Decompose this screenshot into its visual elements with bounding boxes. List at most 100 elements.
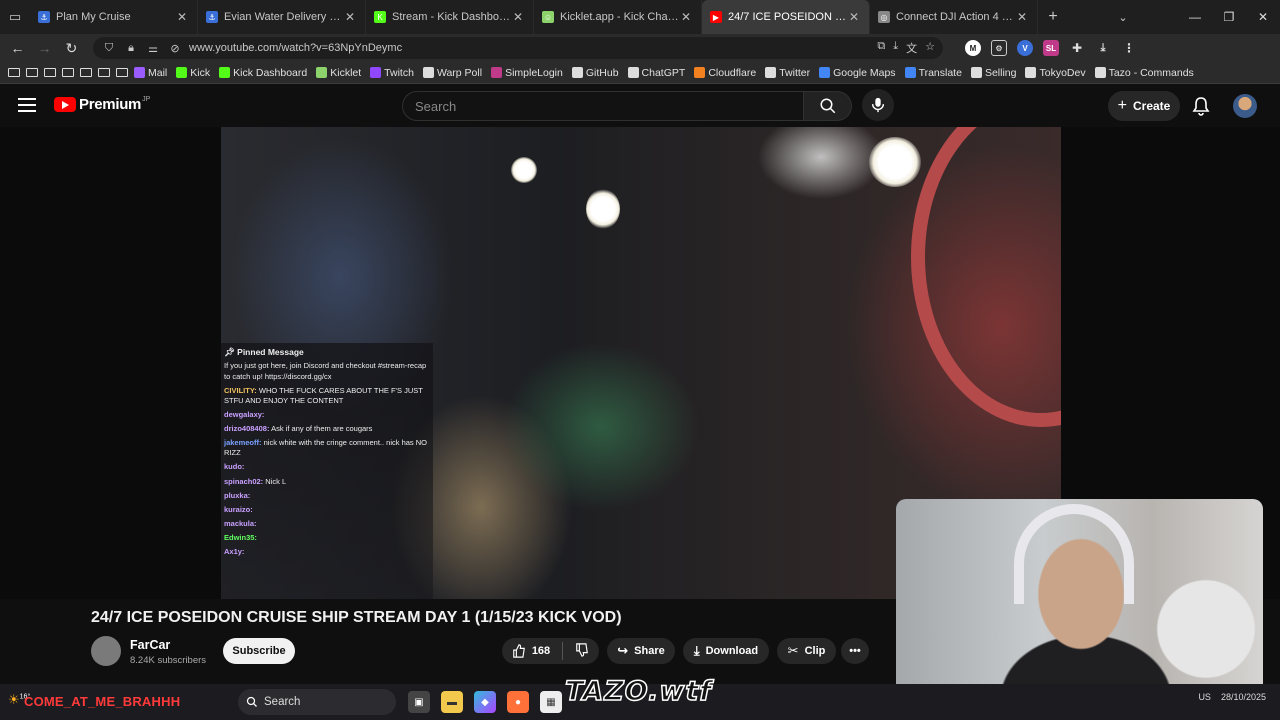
bookmark-label: Translate (918, 66, 962, 79)
close-tab-icon[interactable]: ✕ (343, 10, 357, 24)
youtube-logo[interactable]: Premium JP (54, 96, 150, 113)
tracking-off-icon[interactable]: ⊘ (167, 42, 183, 55)
url-text[interactable]: www.youtube.com/watch?v=63NpYnDeymc (189, 42, 877, 54)
chat-message: spinach02: Nick L (224, 477, 430, 487)
browser-tab[interactable]: K Stream - Kick Dashboard ✕ (366, 0, 534, 34)
firefox-icon[interactable]: ● (507, 691, 529, 713)
bookmark-item[interactable]: Warp Poll (422, 67, 482, 79)
chat-text: Ask if any of them are cougars (271, 424, 373, 434)
close-window-button[interactable]: ✕ (1246, 10, 1280, 24)
reload-button[interactable]: ↻ (58, 40, 85, 57)
like-count: 168 (531, 645, 551, 657)
bookmark-item[interactable]: Mail (134, 67, 167, 79)
create-button[interactable]: + Create (1108, 91, 1180, 121)
copilot-icon[interactable]: ◆ (474, 691, 496, 713)
channel-name[interactable]: FarCar (130, 638, 170, 652)
folder-icon[interactable] (8, 68, 20, 77)
bookmark-item[interactable]: SimpleLogin (491, 67, 563, 79)
folder-icon[interactable] (80, 68, 92, 77)
search-input[interactable]: Search (402, 91, 804, 121)
bookmark-favicon-icon (694, 67, 706, 78)
forward-button[interactable]: → (31, 40, 58, 56)
close-tab-icon[interactable]: ✕ (679, 10, 693, 24)
bookmark-item[interactable]: Translate (904, 66, 962, 79)
guide-menu-icon[interactable] (18, 98, 36, 112)
folder-icon[interactable] (98, 68, 110, 77)
bookmark-favicon-icon (491, 67, 503, 78)
close-tab-icon[interactable]: ✕ (847, 10, 861, 24)
voice-search-button[interactable] (862, 89, 894, 121)
folder-icon[interactable] (62, 68, 74, 77)
site-settings-icon[interactable]: ⚌ (145, 42, 161, 55)
browser-tab[interactable]: ▶ 24/7 ICE POSEIDON CRUISE✕ (702, 0, 870, 34)
install-icon[interactable]: ⤓ (893, 40, 898, 56)
dislike-button[interactable] (575, 642, 589, 660)
bookmark-favicon-icon (970, 67, 982, 78)
close-tab-icon[interactable]: ✕ (175, 10, 189, 24)
chat-message: kuraizo: (224, 505, 430, 515)
download-button[interactable]: ⤓ Download (683, 638, 769, 664)
channel-avatar[interactable] (91, 636, 121, 666)
taskbar-search[interactable]: Search (238, 689, 396, 715)
folder-icon[interactable] (44, 68, 56, 77)
clock-date[interactable]: 28/10/2025 (1221, 692, 1266, 703)
bookmark-item[interactable]: Kicklet (316, 67, 361, 79)
picture-in-picture-icon[interactable]: ⧉ (877, 40, 885, 56)
bookmark-item[interactable]: Google Maps (819, 67, 896, 79)
menu-icon[interactable]: ⋮ (1121, 40, 1137, 56)
bookmark-item[interactable]: TokyoDev (1025, 67, 1086, 79)
bookmark-item[interactable]: Cloudflare (694, 67, 756, 79)
thumbs-up-icon (512, 644, 525, 658)
tab-title: 24/7 ICE POSEIDON CRUISE (728, 11, 847, 23)
browser-tab[interactable]: ⚓ Plan My Cruise ✕ (30, 0, 198, 34)
tab-title: Evian Water Delivery (12 or 24 B (224, 11, 343, 23)
tab-actions-menu[interactable]: ▭ (0, 0, 30, 34)
simplelogin-extension-icon[interactable]: SL (1043, 40, 1059, 56)
browser-tab[interactable]: ◎ Connect DJI Action 4 IRL Pro✕ (870, 0, 1038, 34)
notifications-button[interactable] (1192, 96, 1210, 121)
m-extension-icon[interactable]: M (965, 40, 981, 56)
share-button[interactable]: ↪ Share (607, 638, 675, 664)
store-icon[interactable]: ▦ (540, 691, 562, 713)
restore-button[interactable]: ❐ (1212, 10, 1246, 24)
close-tab-icon[interactable]: ✕ (1015, 10, 1029, 24)
minimize-button[interactable]: — (1178, 10, 1212, 24)
bookmark-item[interactable]: Tazo - Commands (1094, 67, 1194, 79)
input-language[interactable]: US (1198, 692, 1211, 702)
bookmark-star-icon[interactable]: ☆ (925, 40, 935, 56)
clip-button[interactable]: ✂ Clip (777, 638, 836, 664)
url-box[interactable]: ⛉ 🔒︎ ⚌ ⊘ www.youtube.com/watch?v=63NpYnD… (93, 37, 943, 59)
bookmark-item[interactable]: ChatGPT (627, 67, 685, 79)
chat-text: If you just got here, join Discord and c… (224, 361, 427, 381)
translate-icon[interactable]: 文 (906, 40, 917, 56)
account-avatar[interactable] (1233, 94, 1257, 118)
new-tab-button[interactable]: + (1038, 8, 1068, 26)
bookmark-label: SimpleLogin (505, 66, 563, 79)
bookmark-item[interactable]: GitHub (571, 67, 619, 79)
subscribe-button[interactable]: Subscribe (223, 638, 295, 664)
pinned-label-text: Pinned Message (237, 347, 304, 357)
task-view-icon[interactable]: ▣ (408, 691, 430, 713)
bookmark-item[interactable]: Twitter (765, 67, 810, 79)
browser-tab[interactable]: ⚓ Evian Water Delivery (12 or 24 B✕ (198, 0, 366, 34)
v-extension-icon[interactable]: V (1017, 40, 1033, 56)
browser-tab[interactable]: ☺ Kicklet.app - Kick Chatbot and C✕ (534, 0, 702, 34)
folder-icon[interactable] (26, 68, 38, 77)
puzzle-extension-icon[interactable]: ⚙ (991, 40, 1007, 56)
bookmark-item[interactable]: Kick Dashboard (219, 67, 307, 79)
like-button[interactable]: 168 (512, 644, 550, 658)
bookmark-item[interactable]: Selling (970, 67, 1016, 79)
back-button[interactable]: ← (4, 40, 31, 56)
tab-title: Plan My Cruise (56, 11, 131, 23)
tab-search-chevron-icon[interactable]: ⌄ (1108, 11, 1138, 24)
folder-icon[interactable] (116, 68, 128, 77)
pinned-message-label: 📌︎ Pinned Message (224, 347, 304, 357)
more-actions-button[interactable]: ••• (841, 638, 869, 664)
bookmark-item[interactable]: Twitch (370, 67, 414, 79)
file-explorer-icon[interactable]: ▬ (441, 691, 463, 713)
bookmark-item[interactable]: Kick (176, 67, 210, 79)
close-tab-icon[interactable]: ✕ (511, 10, 525, 24)
downloads-icon[interactable]: ⤓ (1095, 40, 1111, 56)
extensions-icon[interactable]: ✚ (1069, 40, 1085, 56)
search-button[interactable] (804, 91, 852, 121)
